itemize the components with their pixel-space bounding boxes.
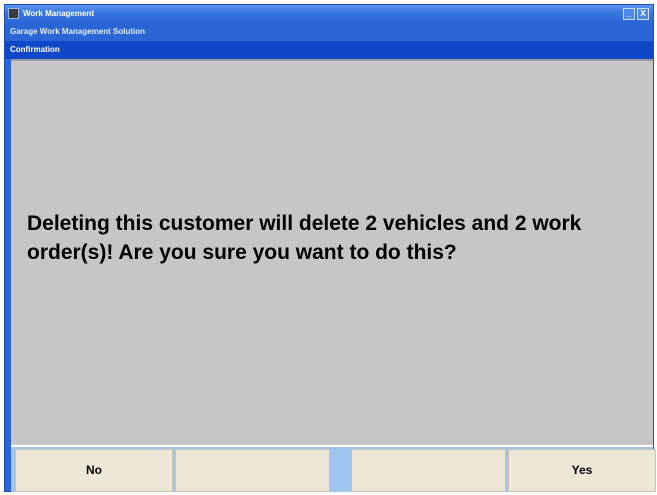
app-icon <box>8 8 19 19</box>
no-button[interactable]: No <box>15 449 173 492</box>
yes-button[interactable]: Yes <box>508 449 656 492</box>
app-subtitle: Garage Work Management Solution <box>5 23 653 41</box>
app-window: Work Management _ X Garage Work Manageme… <box>4 4 656 492</box>
window-title: Work Management <box>23 9 94 18</box>
blank-button-2[interactable] <box>175 449 330 492</box>
dialog-title: Confirmation <box>5 41 653 59</box>
blank-button-3[interactable] <box>351 449 506 492</box>
close-button[interactable]: X <box>637 8 649 20</box>
window-titlebar[interactable]: Work Management _ X <box>5 5 653 23</box>
button-bar: No Yes <box>11 445 656 492</box>
confirmation-message: Deleting this customer will delete 2 veh… <box>27 212 582 264</box>
minimize-button[interactable]: _ <box>623 8 635 20</box>
window-controls: _ X <box>623 8 649 20</box>
dialog-body: Deleting this customer will delete 2 veh… <box>11 59 653 445</box>
